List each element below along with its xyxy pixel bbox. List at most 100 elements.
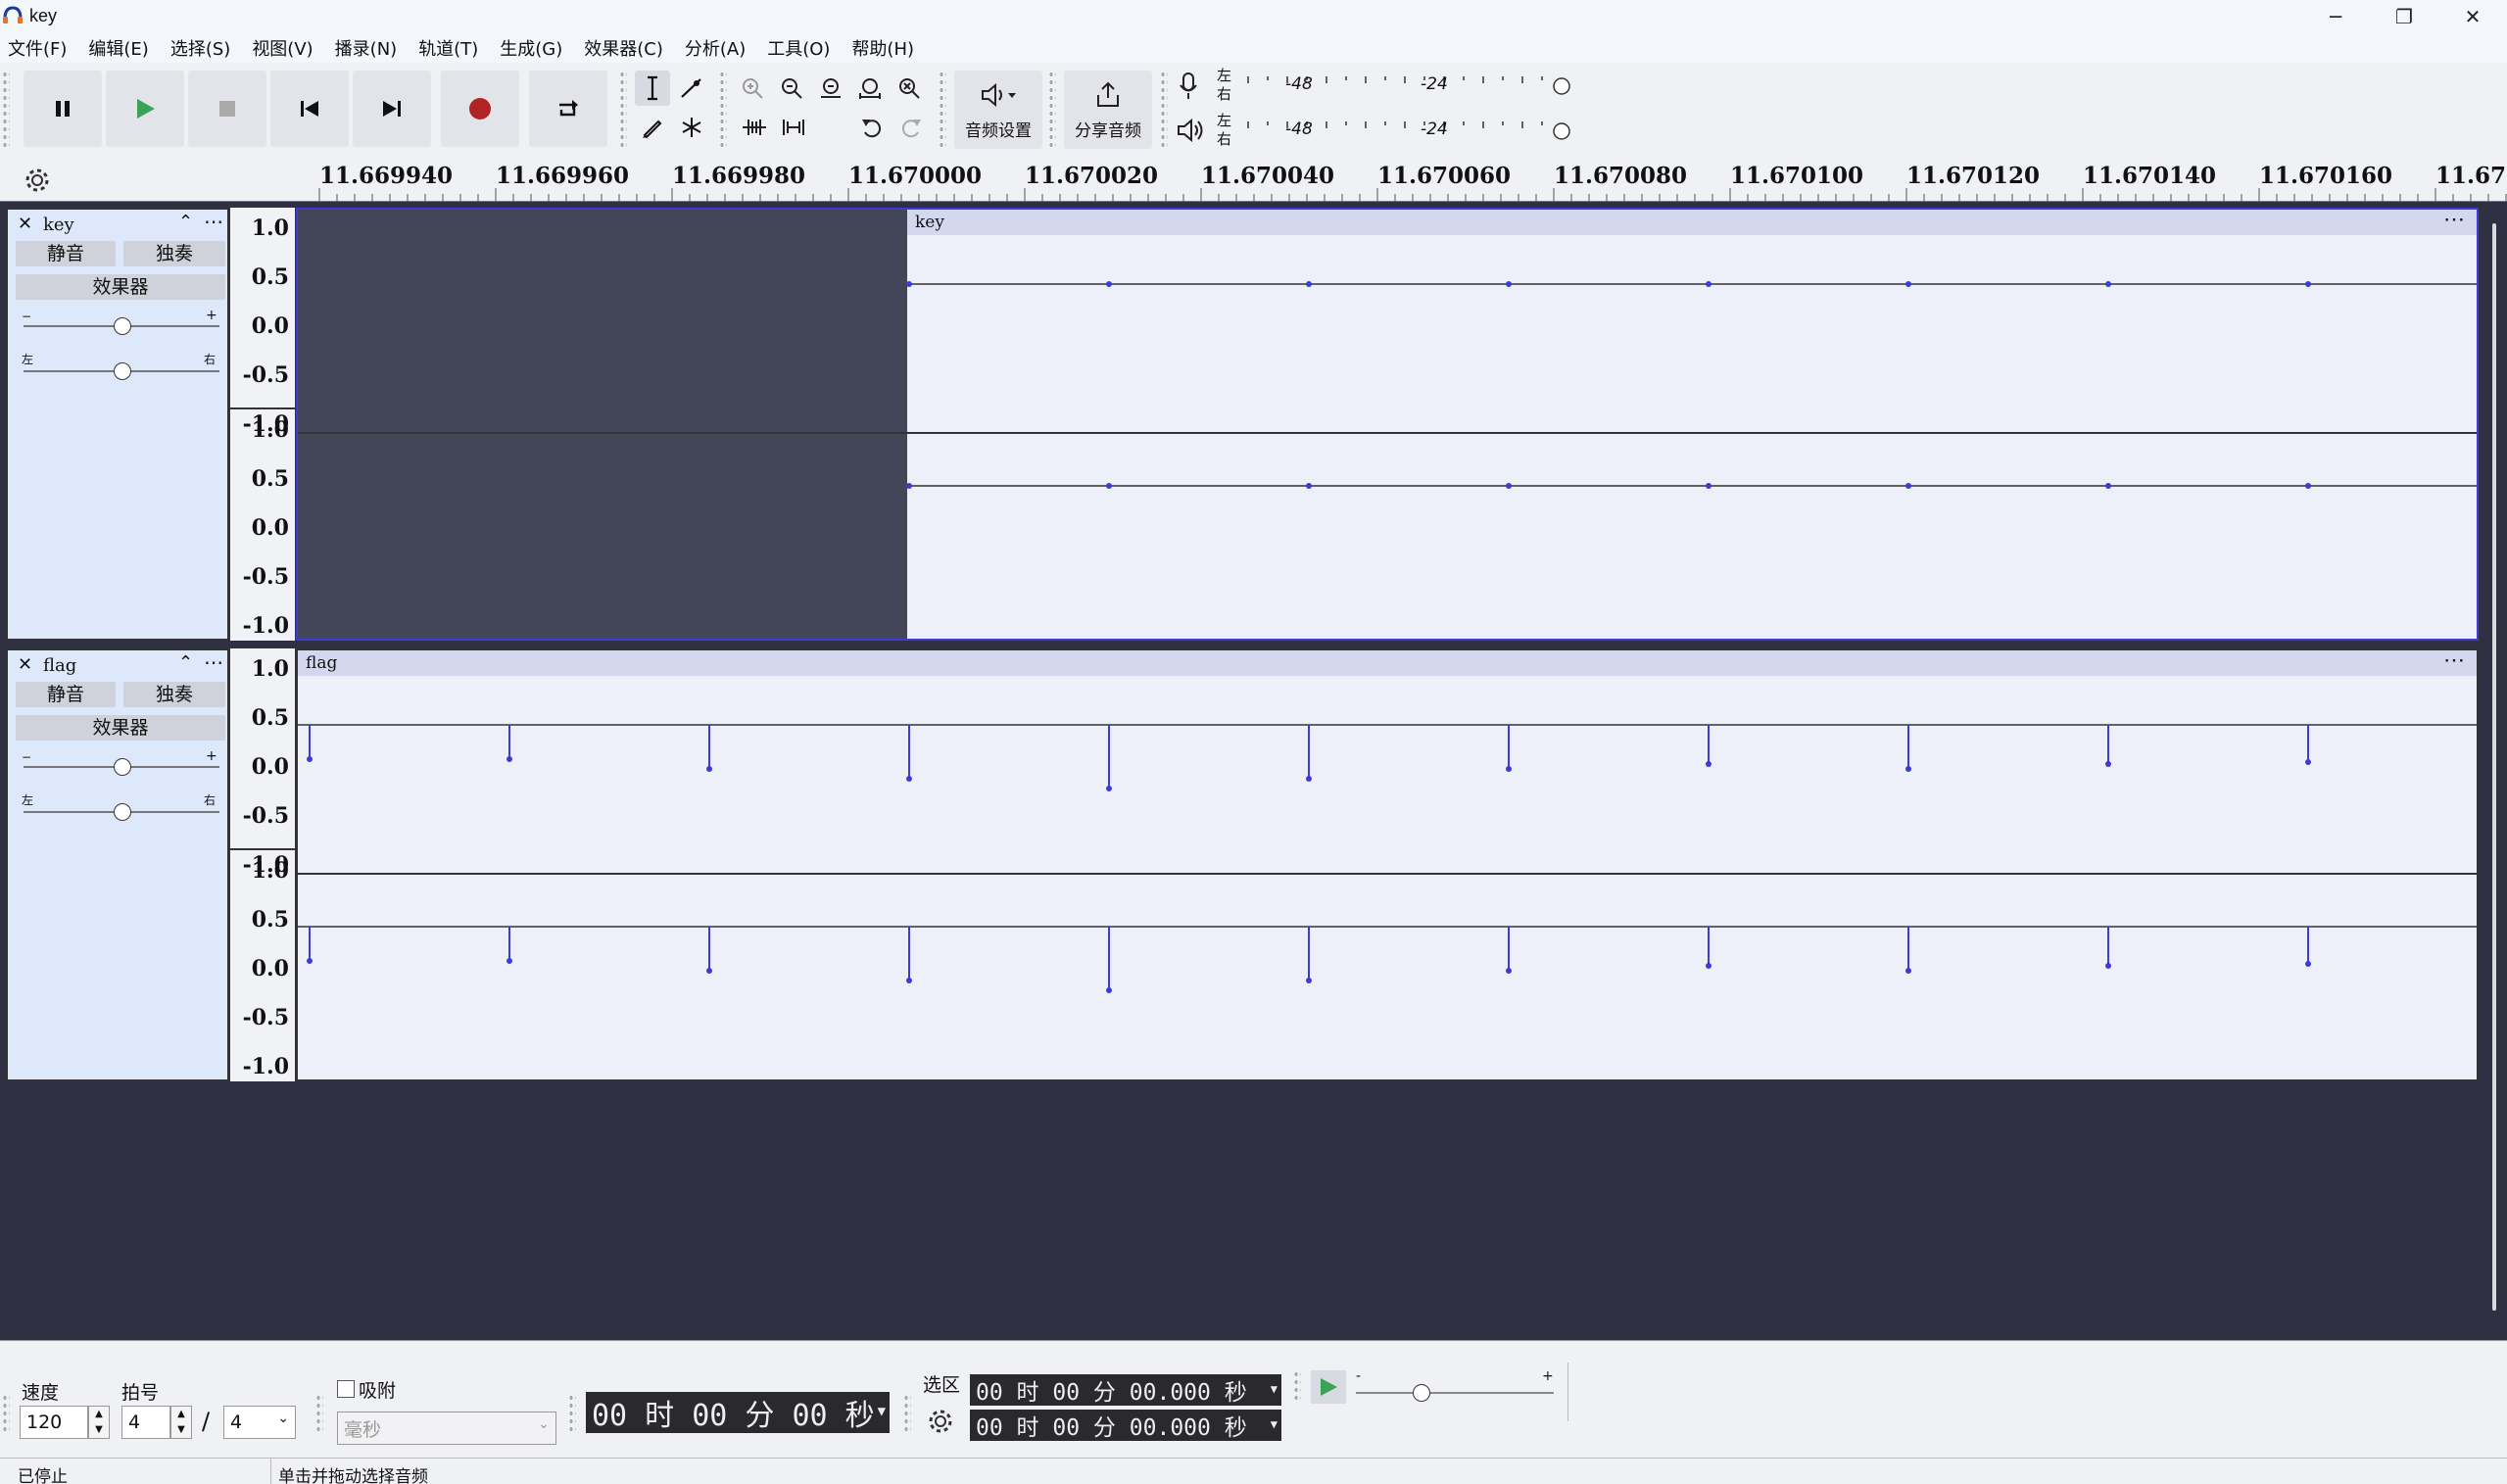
envelope-tool-button[interactable] xyxy=(674,71,709,106)
skip-to-start-button[interactable] xyxy=(270,71,349,147)
toolbar-grip[interactable] xyxy=(2,71,10,149)
effects-button[interactable]: 效果器 xyxy=(16,274,225,300)
meter-slider-knob[interactable] xyxy=(1552,121,1571,141)
close-window-button[interactable]: ✕ xyxy=(2439,0,2506,33)
toolbar-grip[interactable] xyxy=(619,71,627,149)
sample-point[interactable] xyxy=(2305,483,2311,489)
sample-point[interactable] xyxy=(1506,766,1512,772)
timeline-ruler[interactable]: 11.669940 11.669960 11.669980 11.670000 11.6… xyxy=(0,159,2507,202)
track-area-key[interactable]: key ⋯ xyxy=(296,208,2479,641)
close-track-icon[interactable]: ✕ xyxy=(18,654,32,675)
sample-point[interactable] xyxy=(2105,963,2111,969)
sample-point[interactable] xyxy=(1905,483,1911,489)
sample-point[interactable] xyxy=(1106,281,1112,287)
skip-to-end-button[interactable] xyxy=(353,71,431,147)
toolbar-grip[interactable] xyxy=(939,71,946,149)
track-name[interactable]: flag xyxy=(43,655,76,676)
toolbar-grip[interactable] xyxy=(315,1394,323,1433)
multi-tool-button[interactable] xyxy=(674,110,709,145)
sample-point[interactable] xyxy=(307,756,313,762)
play-button[interactable] xyxy=(106,71,184,147)
sample-point[interactable] xyxy=(1506,483,1512,489)
speed-slider-knob[interactable] xyxy=(1413,1384,1430,1402)
menu-help[interactable]: 帮助(H) xyxy=(851,35,914,61)
snap-unit-select[interactable]: 毫秒 ⌄ xyxy=(337,1412,556,1445)
record-meter-button[interactable] xyxy=(1176,71,1203,106)
selection-settings-gear-icon[interactable] xyxy=(927,1408,954,1435)
sample-point[interactable] xyxy=(1306,483,1312,489)
time-signature-denominator[interactable]: 4 ⌄ xyxy=(223,1406,296,1439)
sample-point[interactable] xyxy=(706,766,712,772)
loop-button[interactable] xyxy=(529,71,607,147)
sample-point[interactable] xyxy=(1306,776,1312,782)
sample-point[interactable] xyxy=(906,978,912,983)
gain-slider-knob[interactable] xyxy=(114,758,131,776)
meter-slider-knob[interactable] xyxy=(1552,76,1571,96)
sample-point[interactable] xyxy=(2105,483,2111,489)
record-meter[interactable]: -48 -24 xyxy=(1236,69,1570,102)
silence-audio-button[interactable] xyxy=(776,110,811,145)
mute-button[interactable]: 静音 xyxy=(16,682,116,707)
sample-point[interactable] xyxy=(1106,483,1112,489)
zoom-in-button[interactable] xyxy=(735,71,770,106)
play-at-speed-button[interactable] xyxy=(1311,1370,1346,1404)
share-audio-button[interactable]: 分享音频 xyxy=(1064,71,1152,149)
collapse-track-icon[interactable]: ⌃ xyxy=(178,212,193,232)
menu-generate[interactable]: 生成(G) xyxy=(500,35,562,61)
sample-point[interactable] xyxy=(2305,759,2311,765)
track-control-panel-flag[interactable]: ✕ flag ⌃ ⋯ 静音 独奏 效果器 − + 左 右 xyxy=(6,648,229,1081)
close-track-icon[interactable]: ✕ xyxy=(18,214,32,234)
sample-point[interactable] xyxy=(1506,968,1512,974)
record-button[interactable] xyxy=(441,71,519,147)
sample-point[interactable] xyxy=(906,776,912,782)
track-area-flag[interactable]: flag ⋯ xyxy=(296,648,2479,1081)
sample-point[interactable] xyxy=(1905,968,1911,974)
gain-slider-knob[interactable] xyxy=(114,317,131,335)
pan-slider-knob[interactable] xyxy=(114,803,131,821)
track-control-panel-key[interactable]: ✕ key ⌃ ⋯ 静音 独奏 效果器 − + 左 右 xyxy=(6,208,229,641)
playback-meter-button[interactable] xyxy=(1176,116,1203,151)
toolbar-grip[interactable] xyxy=(903,1394,911,1433)
sample-point[interactable] xyxy=(1706,963,1712,969)
sample-point[interactable] xyxy=(2105,281,2111,287)
menu-view[interactable]: 视图(V) xyxy=(252,35,313,61)
toolbar-grip[interactable] xyxy=(1160,71,1168,149)
menu-effect[interactable]: 效果器(C) xyxy=(584,35,663,61)
sample-point[interactable] xyxy=(1706,281,1712,287)
sample-point[interactable] xyxy=(2105,761,2111,767)
fit-project-button[interactable] xyxy=(852,71,888,106)
menu-transport[interactable]: 播录(N) xyxy=(335,35,398,61)
playback-meter[interactable]: -48 -24 xyxy=(1236,114,1570,147)
sample-point[interactable] xyxy=(307,958,313,964)
tempo-input[interactable]: 120 xyxy=(20,1406,88,1439)
pause-button[interactable] xyxy=(24,71,102,147)
restore-button[interactable]: ❐ xyxy=(2371,0,2437,33)
pan-slider-knob[interactable] xyxy=(114,362,131,380)
sample-point[interactable] xyxy=(506,958,512,964)
zoom-out-button[interactable] xyxy=(774,71,809,106)
sample-point[interactable] xyxy=(2305,281,2311,287)
toolbar-grip[interactable] xyxy=(719,71,727,149)
numerator-stepper[interactable]: ▲ ▼ xyxy=(170,1406,192,1439)
menu-analyze[interactable]: 分析(A) xyxy=(685,35,746,61)
mute-button[interactable]: 静音 xyxy=(16,241,116,266)
sample-point[interactable] xyxy=(1506,281,1512,287)
audio-settings-button[interactable]: 音频设置 xyxy=(954,71,1042,149)
menu-select[interactable]: 选择(S) xyxy=(170,35,230,61)
sample-point[interactable] xyxy=(1905,766,1911,772)
draw-tool-button[interactable] xyxy=(635,110,670,145)
menu-edit[interactable]: 编辑(E) xyxy=(88,35,148,61)
sample-point[interactable] xyxy=(906,281,912,287)
menu-file[interactable]: 文件(F) xyxy=(8,35,67,61)
selection-start-time[interactable]: 00 时 00 分 00.000 秒 ▼ xyxy=(970,1374,1281,1406)
toolbar-grip[interactable] xyxy=(1048,71,1056,149)
toolbar-grip[interactable] xyxy=(1293,1370,1301,1400)
toolbar-grip[interactable] xyxy=(568,1394,576,1433)
sample-point[interactable] xyxy=(1306,281,1312,287)
solo-button[interactable]: 独奏 xyxy=(123,682,225,707)
effects-button[interactable]: 效果器 xyxy=(16,715,225,741)
waveform-flag[interactable] xyxy=(298,650,2477,1079)
selection-tool-button[interactable] xyxy=(635,71,670,106)
gear-icon[interactable] xyxy=(24,167,51,194)
sample-point[interactable] xyxy=(706,968,712,974)
